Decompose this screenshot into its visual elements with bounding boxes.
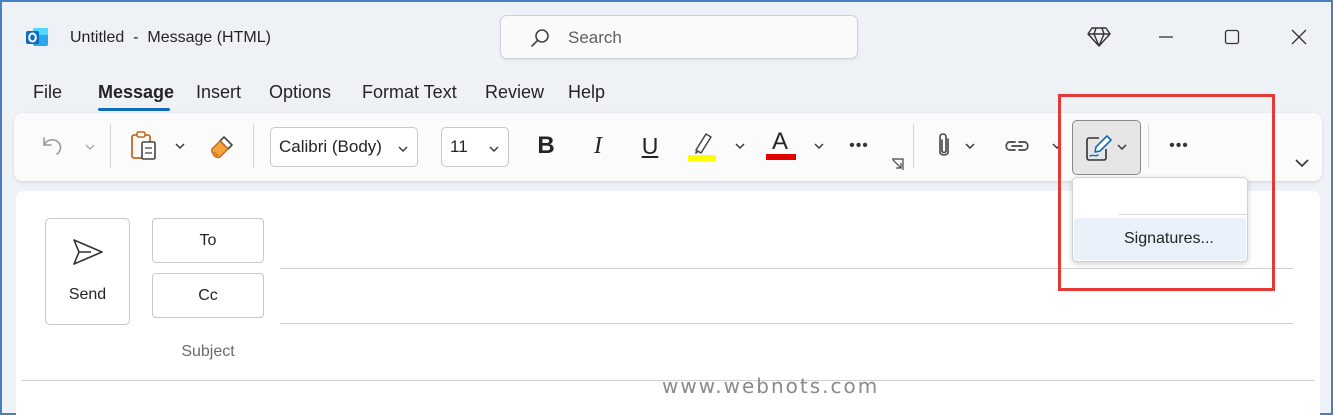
search-placeholder: Search bbox=[568, 28, 622, 47]
to-button[interactable]: To bbox=[152, 218, 264, 263]
link-icon[interactable] bbox=[1000, 132, 1034, 160]
more-formatting-button[interactable]: ••• bbox=[842, 132, 876, 160]
tab-options[interactable]: Options bbox=[269, 82, 331, 103]
tab-file[interactable]: File bbox=[33, 82, 62, 103]
cc-field[interactable] bbox=[280, 323, 1293, 324]
chevron-down-icon[interactable] bbox=[964, 140, 976, 152]
close-icon[interactable] bbox=[1286, 24, 1312, 50]
cc-button[interactable]: Cc bbox=[152, 273, 264, 318]
font-size-value: 11 bbox=[450, 137, 468, 156]
bold-button[interactable]: B bbox=[532, 130, 560, 162]
send-button[interactable]: Send bbox=[45, 218, 130, 325]
ribbon-separator bbox=[253, 124, 254, 168]
minimize-icon[interactable] bbox=[1153, 24, 1179, 50]
send-label: Send bbox=[68, 286, 107, 303]
active-tab-indicator bbox=[98, 108, 170, 111]
tab-review[interactable]: Review bbox=[485, 82, 544, 103]
outlook-window: Untitled - Message (HTML) Search File Me… bbox=[0, 0, 1333, 415]
search-box[interactable]: Search bbox=[500, 15, 858, 59]
paste-icon[interactable] bbox=[127, 129, 161, 163]
tab-format-text[interactable]: Format Text bbox=[362, 82, 457, 103]
chevron-down-icon[interactable] bbox=[84, 141, 96, 153]
chevron-down-icon bbox=[489, 146, 499, 152]
format-painter-icon[interactable] bbox=[206, 131, 238, 163]
font-name-value: Calibri (Body) bbox=[279, 137, 382, 156]
diamond-icon[interactable] bbox=[1086, 24, 1112, 50]
underline-button[interactable]: U bbox=[636, 130, 664, 162]
font-color-swatch bbox=[766, 154, 796, 160]
outlook-icon bbox=[26, 28, 48, 46]
maximize-icon[interactable] bbox=[1219, 24, 1245, 50]
send-icon bbox=[73, 239, 103, 265]
tab-insert[interactable]: Insert bbox=[196, 82, 241, 103]
undo-icon[interactable] bbox=[35, 130, 67, 162]
watermark: www.webnots.com bbox=[662, 374, 880, 398]
chevron-down-icon[interactable] bbox=[813, 140, 825, 152]
search-icon bbox=[531, 29, 549, 47]
chevron-down-icon bbox=[398, 146, 408, 152]
chevron-down-icon[interactable] bbox=[734, 140, 746, 152]
font-color-letter: A bbox=[772, 128, 789, 155]
tab-message[interactable]: Message bbox=[98, 82, 174, 103]
highlight-icon[interactable] bbox=[686, 128, 718, 162]
font-name-select[interactable]: Calibri (Body) bbox=[270, 127, 418, 167]
font-color-icon[interactable]: A bbox=[766, 128, 796, 162]
dialog-launcher-icon[interactable] bbox=[891, 158, 904, 171]
chevron-down-icon[interactable] bbox=[174, 140, 186, 152]
tab-help[interactable]: Help bbox=[568, 82, 605, 103]
ribbon-separator bbox=[110, 124, 111, 168]
attach-icon[interactable] bbox=[930, 130, 958, 162]
ribbon-separator bbox=[913, 124, 914, 168]
subject-label: Subject bbox=[181, 343, 235, 360]
font-size-select[interactable]: 11 bbox=[441, 127, 509, 167]
annotation-highlight-box bbox=[1058, 94, 1275, 291]
italic-button[interactable]: I bbox=[584, 130, 612, 162]
window-title: Untitled - Message (HTML) bbox=[70, 29, 271, 46]
expand-ribbon-icon[interactable] bbox=[1294, 157, 1310, 169]
